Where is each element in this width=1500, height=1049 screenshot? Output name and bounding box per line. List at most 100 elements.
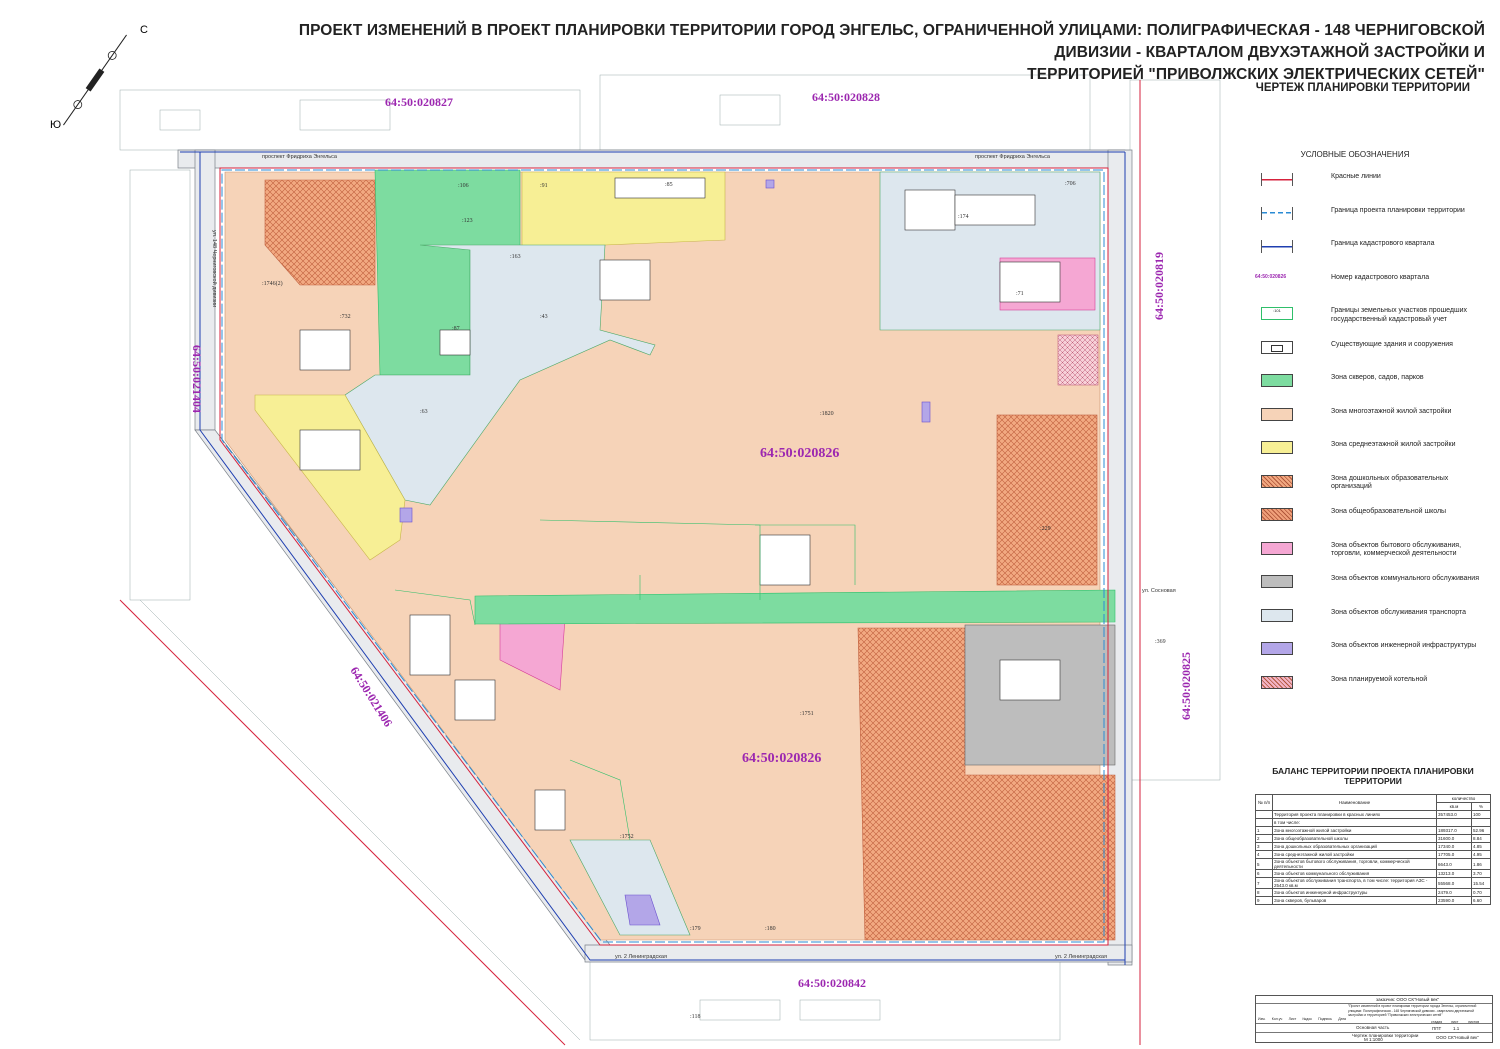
balance-total-name: Территория проекта планировки в красных … (1272, 810, 1437, 819)
balance-cell-n: 8 (1255, 888, 1273, 897)
balance-cell-name: Зона объектов коммунального обслуживания (1272, 869, 1437, 878)
parcel-label: :106 (458, 183, 469, 189)
legend-item: Зона объектов обслуживания транспорта (1255, 608, 1495, 643)
legend-label: Существующие здания и сооружения (1331, 340, 1453, 348)
parcel-label: :118 (690, 1014, 700, 1020)
balance-cell-n: 2 (1255, 834, 1273, 843)
cadastral-label-top-left: 64:50:020827 (385, 95, 453, 109)
balance-cell-pct: 0.70 (1471, 888, 1491, 897)
balance-cell-n: 1 (1255, 826, 1273, 835)
zone-green-boulevard[interactable] (474, 589, 1116, 625)
balance-cell-area: 2479.0 (1436, 888, 1472, 897)
balance-cell-n: 4 (1255, 850, 1273, 859)
balance-header-unit2: % (1471, 802, 1491, 811)
legend-item: Зона скверов, садов, парков (1255, 374, 1495, 408)
legend-swatch (1261, 508, 1293, 521)
balance-cell-pct: 4.85 (1471, 842, 1491, 851)
parcel-label: :163 (510, 254, 521, 260)
legend-label: Номер кадастрового квартала (1331, 273, 1430, 281)
balance-title: БАЛАНС ТЕРРИТОРИИ ПРОЕКТА ПЛАНИРОВКИ ТЕР… (1272, 766, 1474, 786)
legend-label: Граница проекта планировки территории (1331, 206, 1465, 214)
balance-cell-name: Зона общеобразовательной школы (1272, 834, 1437, 843)
legend-swatch (1261, 173, 1293, 186)
balance-cell-name: Зона объектов инженерной инфраструктуры (1272, 888, 1437, 897)
table-row: 4 Зона среднеэтажной жилой застройки 17705… (1255, 850, 1491, 859)
legend-item: Существующие здания и сооружения (1255, 340, 1495, 375)
balance-cell-name: Зона объектов бытового обслуживания, тор… (1272, 858, 1437, 870)
legend-label: Зона планируемой котельной (1331, 675, 1428, 683)
legend-swatch: :101 (1261, 307, 1293, 320)
street-label-bottom: ул. 2 Ленинградская (615, 954, 667, 960)
stamp-sheet-h: лист (1451, 1020, 1459, 1024)
parcel-label: :43 (540, 314, 548, 320)
legend-label: Зона объектов обслуживания транспорта (1331, 608, 1467, 616)
compass-north: С (140, 24, 148, 36)
zone-preschool-east[interactable] (996, 414, 1098, 586)
parcel-label: :179 (690, 926, 701, 932)
street-label-left: ул. 148 Черниговской дивизии (211, 230, 218, 307)
legend-swatch (1261, 541, 1293, 555)
legend-item: Зона объектов коммунального обслуживания (1255, 575, 1495, 609)
balance-cell-area: 17705.0 (1436, 850, 1472, 859)
legend-item: Зона объектов инженерной инфраструктуры (1255, 642, 1495, 676)
stamp-drawing: Чертеж планировки территории (1352, 1033, 1419, 1038)
balance-cell-pct: 15.54 (1471, 877, 1491, 889)
parcel-label: :85 (665, 182, 673, 188)
balance-cell-area: 55568.0 (1436, 877, 1472, 889)
legend-label: Зона объектов инженерной инфраструктуры (1331, 642, 1477, 649)
title-block-stamp: заказчик: ООО СК"Новый век" "Проект изме… (1255, 995, 1493, 1043)
parcel-label: :1751 (800, 711, 814, 717)
cadastral-label-center-north: 64:50:020826 (760, 446, 839, 461)
zone-engineering-3[interactable] (399, 507, 413, 523)
parcel-label: :71 (1016, 291, 1024, 297)
cadastral-label-right-top: 64:50:020819 (1152, 252, 1166, 320)
zone-engineering-1[interactable] (765, 179, 775, 189)
balance-cell-n: 9 (1255, 896, 1273, 905)
balance-cell-n: 3 (1255, 842, 1273, 851)
legend-swatch (1261, 441, 1293, 454)
stamp-scale: М 1:1000 (1364, 1037, 1383, 1042)
legend-label: Зона среднеэтажной жилой застройки (1331, 441, 1456, 448)
legend-label: Границы земельных участков прошедших гос… (1331, 307, 1468, 323)
street-label-top-2: проспект Фридриха Энгельса (975, 154, 1051, 160)
legend-label: Зона дошкольных образовательных организа… (1331, 474, 1449, 491)
legend-item: Граница проекта планировки территории (1255, 206, 1495, 241)
stamp-stage: ППТ (1432, 1026, 1442, 1031)
legend-item: Зона дошкольных образовательных организа… (1255, 474, 1495, 509)
north-arrow-icon (63, 34, 127, 126)
parcel-label: :732 (340, 314, 351, 320)
stamp-col: №док (1302, 1017, 1312, 1021)
stamp-org: ООО СК"Новый век" (1436, 1035, 1479, 1040)
legend-label: Красные линии (1331, 173, 1381, 180)
stamp-col: Изм. (1258, 1017, 1266, 1021)
stamp-col: Дата (1338, 1017, 1346, 1021)
zone-boiler[interactable] (1057, 334, 1099, 386)
legend-swatch (1261, 642, 1293, 655)
balance-cell-pct: 52.96 (1471, 826, 1491, 835)
balance-header-num: № п/п (1255, 794, 1273, 811)
legend-item: Зона многоэтажной жилой застройки (1255, 407, 1495, 442)
balance-total-pct: 100 (1471, 810, 1491, 819)
cadastral-label-top-right: 64:50:020828 (812, 90, 880, 104)
balance-cell-pct: 8.84 (1471, 834, 1491, 843)
balance-cell-area: 6643.0 (1436, 858, 1472, 870)
stamp-sheet: 1.1 (1453, 1026, 1460, 1031)
parcel-label: :1746(2) (262, 280, 283, 287)
balance-cell-pct: 6.60 (1471, 896, 1491, 905)
legend-item: Граница кадастрового квартала (1255, 240, 1495, 274)
balance-table: № п/п Наименование количество кв.м % Тер… (1255, 794, 1491, 905)
parcel-label: :123 (462, 218, 473, 224)
zone-engineering-2[interactable] (921, 401, 931, 423)
parcel-label: :87 (452, 326, 460, 332)
sheet-subtitle: ЧЕРТЕЖ ПЛАНИРОВКИ ТЕРРИТОРИИ (1255, 82, 1470, 94)
legend-label: Зона объектов бытового обслуживания, тор… (1331, 541, 1462, 558)
legend-item: Зона среднеэтажной жилой застройки (1255, 441, 1495, 475)
legend-item: :101 Границы земельных участков прошедших… (1255, 307, 1495, 341)
legend-swatch (1261, 474, 1293, 488)
table-row: 8 Зона объектов инженерной инфраструктуры… (1255, 888, 1491, 897)
parcel-label: :1752 (620, 834, 634, 840)
parcel-label: :1820 (820, 411, 834, 417)
stamp-col: Подпись (1318, 1017, 1332, 1021)
table-row: 7 Зона объектов обслуживания транспорта, … (1255, 877, 1491, 889)
stamp-project: "Проект изменений в проект планировки те… (1348, 1004, 1477, 1018)
